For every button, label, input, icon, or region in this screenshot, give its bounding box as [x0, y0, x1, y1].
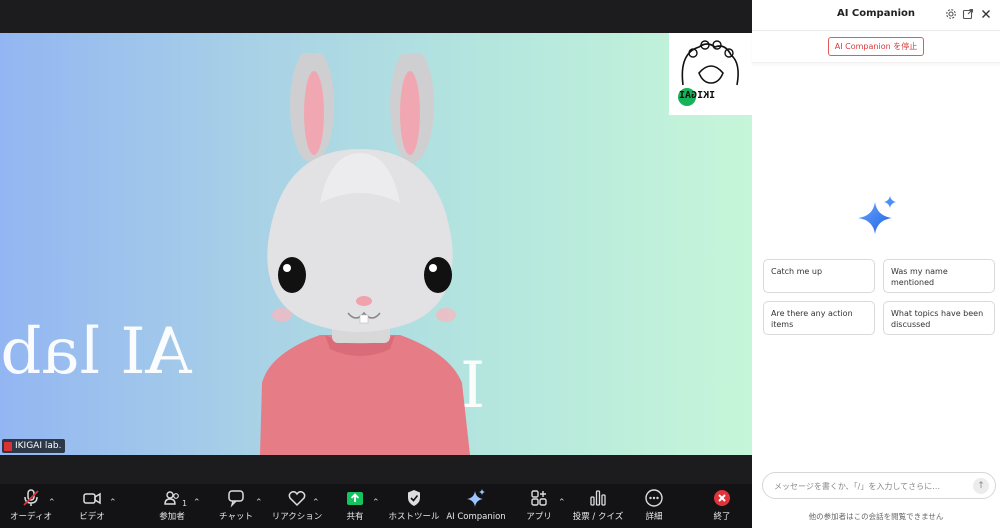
participants-icon [162, 484, 182, 512]
ai-companion-button[interactable]: AI Companion [446, 484, 506, 528]
panel-header: AI Companion [752, 0, 1000, 31]
message-input[interactable]: メッセージを書くか、「/」を入力してさらに… ↑ [762, 472, 996, 499]
privacy-footnote: 他の参加者はこの会話を閲覧できません [808, 512, 944, 521]
logo-text: IKIGAI [679, 90, 716, 101]
mic-muted-icon [21, 484, 41, 512]
more-dots-icon [644, 484, 664, 512]
host-tools-button[interactable]: ホストツール [388, 484, 440, 528]
suggestion-catch-me-up[interactable]: Catch me up [763, 259, 875, 293]
chat-button[interactable]: チャット [218, 484, 254, 528]
share-screen-icon [345, 484, 365, 512]
suggestion-action-items[interactable]: Are there any action items [763, 301, 875, 335]
participants-count: 1 [182, 499, 188, 508]
reactions-caret-icon[interactable]: ⌃ [312, 498, 320, 508]
close-icon[interactable] [979, 7, 993, 21]
video-area: AI lab. I IKIGAI IKIGAI lab. [0, 0, 752, 484]
ai-sparkle-icon [858, 196, 896, 234]
bar-chart-icon [588, 484, 608, 512]
sparkle-icon [466, 484, 486, 512]
settings-gear-icon[interactable] [944, 7, 958, 21]
apps-label: アプリ [526, 512, 552, 522]
audio-label: オーディオ [10, 512, 52, 522]
meeting-toolbar: オーディオ ⌃ ビデオ ⌃ 参加者 1 ⌃ チャット ⌃ リアクション ⌃ 共有… [0, 484, 752, 528]
participant-name: IKIGAI lab. [15, 441, 62, 451]
chat-bubble-icon [226, 484, 246, 512]
polls-button[interactable]: 投票 / クイズ [572, 484, 624, 528]
send-arrow-icon[interactable]: ↑ [973, 478, 989, 494]
heart-icon [287, 484, 307, 512]
chat-caret-icon[interactable]: ⌃ [255, 498, 263, 508]
reactions-label: リアクション [271, 512, 323, 522]
apps-button[interactable]: アプリ [524, 484, 554, 528]
stop-ai-companion-button[interactable]: AI Companion を停止 [827, 37, 925, 56]
pop-out-icon[interactable] [961, 7, 975, 21]
ai-companion-panel: AI Companion AI Companion を停止 Catch me u… [752, 0, 1000, 528]
host-tools-label: ホストツール [388, 512, 440, 522]
ikigai-logo-thumbnail: IKIGAI [669, 33, 752, 115]
video-label: ビデオ [79, 512, 105, 522]
message-placeholder: メッセージを書くか、「/」を入力してさらに… [774, 482, 941, 491]
ai-companion-label: AI Companion [446, 512, 506, 522]
audio-button[interactable]: オーディオ [10, 484, 52, 528]
end-label: 終了 [713, 512, 731, 522]
share-caret-icon[interactable]: ⌃ [372, 498, 380, 508]
more-button[interactable]: 詳細 [640, 484, 668, 528]
share-button[interactable]: 共有 [342, 484, 368, 528]
mic-muted-icon [4, 441, 12, 451]
suggestion-topics-discussed[interactable]: What topics have been discussed [883, 301, 995, 335]
video-camera-icon [82, 484, 102, 512]
end-meeting-button[interactable]: 終了 [708, 484, 736, 528]
background-text-lab: AI lab. [0, 315, 192, 389]
participant-name-tag: IKIGAI lab. [2, 439, 66, 453]
shield-icon [404, 484, 424, 512]
participant-video-tile[interactable]: AI lab. I IKIGAI IKIGAI lab. [0, 33, 752, 455]
video-button[interactable]: ビデオ [74, 484, 110, 528]
end-call-icon [712, 484, 732, 512]
bunny-avatar [260, 53, 470, 455]
share-label: 共有 [346, 512, 364, 522]
ikigai-logo-icon [678, 40, 739, 106]
more-label: 詳細 [645, 512, 663, 522]
apps-icon [529, 484, 549, 512]
zoom-meeting-window: AI lab. I IKIGAI IKIGAI lab. オーディオ ⌃ ビデオ… [0, 0, 1000, 528]
video-caret-icon[interactable]: ⌃ [109, 498, 117, 508]
suggestion-name-mentioned[interactable]: Was my name mentioned [883, 259, 995, 293]
polls-label: 投票 / クイズ [572, 512, 624, 522]
audio-caret-icon[interactable]: ⌃ [48, 498, 56, 508]
participants-caret-icon[interactable]: ⌃ [193, 498, 201, 508]
apps-caret-icon[interactable]: ⌃ [558, 498, 566, 508]
chat-label: チャット [219, 512, 253, 522]
stop-row: AI Companion を停止 [752, 31, 1000, 63]
participants-label: 参加者 [159, 512, 185, 522]
